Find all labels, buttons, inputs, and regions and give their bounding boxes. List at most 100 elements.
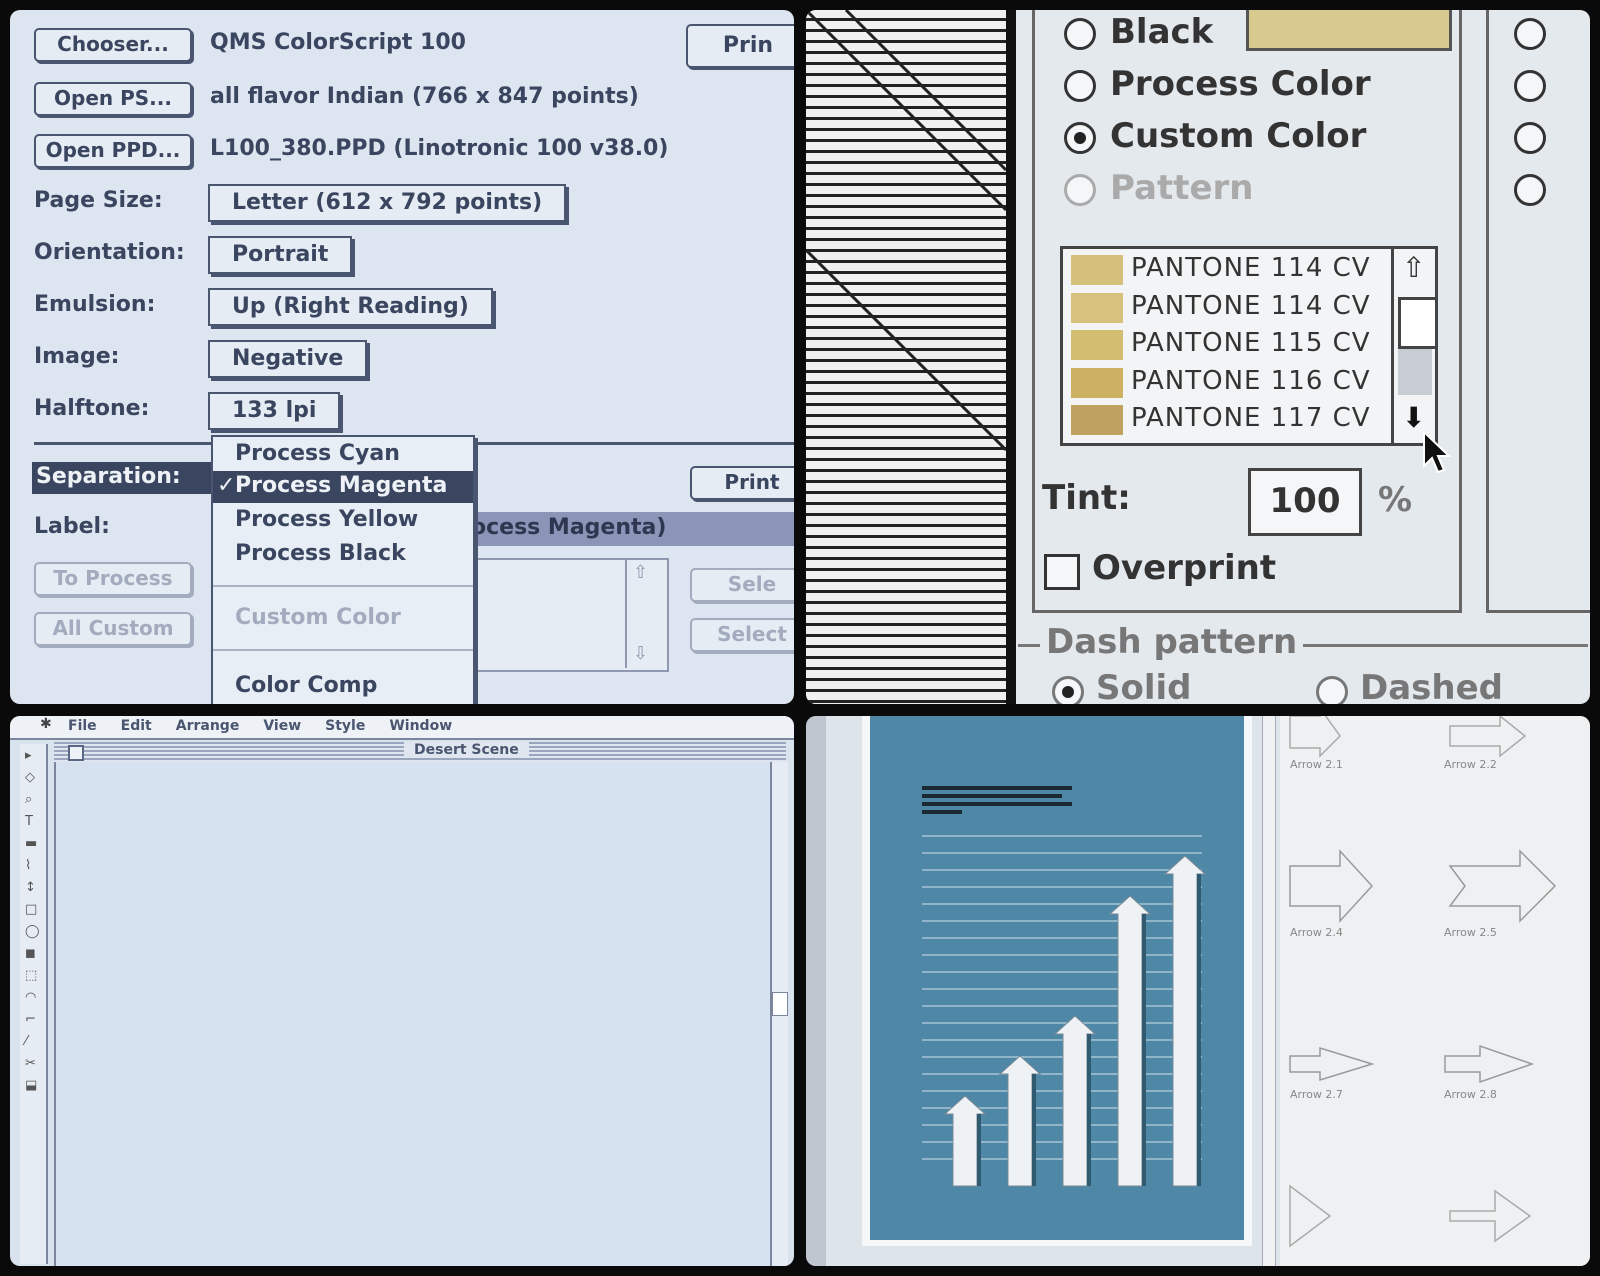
select-button-2[interactable]: Select — [690, 618, 794, 652]
menu-bar: ✱ File Edit Arrange View Style Window — [10, 716, 794, 740]
menu-item-process-yellow[interactable]: Process Yellow — [235, 507, 418, 532]
arrow-label-2-5[interactable]: Arrow 2.5 — [1444, 926, 1497, 939]
menu-item-process-magenta[interactable]: Process Magenta — [235, 473, 447, 498]
menu-item-custom-color[interactable]: Custom Color — [235, 605, 401, 630]
arrow-label-2-7[interactable]: Arrow 2.7 — [1290, 1088, 1343, 1101]
menu-item-color-comp[interactable]: Color Comp — [235, 673, 377, 698]
close-box-icon[interactable] — [68, 745, 84, 761]
emulsion-popup[interactable]: Up (Right Reading) — [208, 288, 493, 326]
tool-icon[interactable]: ◇ — [25, 770, 35, 785]
radio-solid-label: Solid — [1096, 668, 1192, 704]
overprint-checkbox[interactable] — [1044, 554, 1080, 590]
menu-item-process-cyan[interactable]: Process Cyan — [235, 441, 400, 466]
menu-style[interactable]: Style — [325, 718, 365, 734]
tool-icon[interactable]: ✂ — [25, 1056, 36, 1071]
tool-icon[interactable]: T — [25, 814, 33, 829]
page-size-label: Page Size: — [34, 188, 163, 213]
page-scrollbar[interactable] — [1262, 716, 1276, 1266]
radio-process-color[interactable] — [1064, 70, 1096, 102]
open-ppd-button[interactable]: Open PPD... — [34, 134, 192, 168]
pantone-scrollbar[interactable]: ⇧ ⬇ — [1391, 249, 1438, 443]
pantone-list[interactable]: PANTONE 114 CV PANTONE 114 CV PANTONE 115 … — [1060, 246, 1438, 446]
arrow-label-2-4[interactable]: Arrow 2.4 — [1290, 926, 1343, 939]
arrow-label-2-1[interactable]: Arrow 2.1 — [1290, 758, 1343, 771]
tool-icon[interactable]: ◯ — [25, 924, 40, 939]
tool-icon[interactable]: ◼ — [25, 946, 36, 961]
radio-solid[interactable] — [1052, 676, 1084, 704]
tool-icon[interactable]: ⌐ — [25, 1012, 36, 1027]
halftone-popup[interactable]: 133 lpi — [208, 392, 341, 430]
radio-custom-color-label: Custom Color — [1110, 116, 1367, 156]
chooser-button[interactable]: Chooser... — [34, 28, 192, 62]
radio-pattern[interactable] — [1064, 174, 1096, 206]
menu-file[interactable]: File — [68, 718, 97, 734]
drawing-canvas[interactable] — [54, 762, 772, 1266]
tool-icon[interactable]: ▸ — [25, 748, 32, 763]
tool-icon[interactable]: ⁄ — [25, 1034, 27, 1049]
radio-custom-color[interactable] — [1064, 122, 1096, 154]
radio-black[interactable] — [1064, 18, 1096, 50]
tool-icon[interactable]: ⌕ — [25, 792, 32, 807]
pantone-swatch — [1071, 405, 1123, 435]
menu-arrange[interactable]: Arrange — [176, 718, 240, 734]
radio-dashed-label: Dashed — [1360, 668, 1504, 704]
pantone-item[interactable]: PANTONE 117 CV — [1131, 403, 1371, 433]
stroke-radio-3[interactable] — [1514, 122, 1546, 154]
tool-icon[interactable]: ▬ — [25, 836, 37, 851]
arrow-label-2-2[interactable]: Arrow 2.2 — [1444, 758, 1497, 771]
tool-icon[interactable]: ◠ — [25, 990, 36, 1005]
print-button[interactable]: Prin — [686, 24, 794, 68]
stroke-radio-2[interactable] — [1514, 70, 1546, 102]
window-edge — [1006, 10, 1016, 704]
vertical-scrollbar[interactable] — [770, 762, 788, 1266]
tool-icon[interactable]: ⌇ — [25, 858, 31, 873]
menu-item-process-black[interactable]: Process Black — [235, 541, 406, 566]
label-field[interactable]: ocess Magenta) — [465, 512, 794, 546]
list-scrollbar[interactable]: ⇧ ⇩ — [625, 558, 657, 668]
menu-items: File Edit Arrange View Style Window — [68, 718, 452, 734]
scroll-up-arrow-icon[interactable]: ⇧ — [1402, 251, 1425, 284]
to-process-button[interactable]: To Process — [34, 562, 192, 596]
arrow-shadow — [1197, 874, 1201, 1186]
pantone-item[interactable]: PANTONE 115 CV — [1131, 328, 1371, 358]
arrow-library: Arrow 2.1 Arrow 2.2 Arrow 2.4 Arrow 2.5 … — [1280, 716, 1590, 1266]
radio-process-color-label: Process Color — [1110, 64, 1371, 104]
apple-menu-icon[interactable]: ✱ — [40, 716, 52, 732]
menu-window[interactable]: Window — [389, 718, 452, 734]
page-size-popup[interactable]: Letter (612 x 792 points) — [208, 184, 567, 222]
tint-input[interactable]: 100 — [1248, 468, 1362, 536]
menu-view[interactable]: View — [263, 718, 301, 734]
select-button-1[interactable]: Sele — [690, 568, 794, 602]
scroll-track[interactable] — [1398, 349, 1432, 395]
scroll-down-icon[interactable]: ⇩ — [633, 643, 648, 664]
pantone-item[interactable]: PANTONE 114 CV — [1131, 253, 1371, 283]
stroke-radio-4[interactable] — [1514, 174, 1546, 206]
tool-icon[interactable]: ⬚ — [25, 968, 37, 983]
orientation-popup[interactable]: Portrait — [208, 236, 353, 274]
pantone-item[interactable]: PANTONE 116 CV — [1131, 366, 1371, 396]
tool-icon[interactable]: □ — [25, 902, 37, 917]
pattern-diagonals — [806, 10, 1006, 452]
drawing-app-panel: ✱ File Edit Arrange View Style Window ▸ ◇… — [10, 716, 794, 1266]
open-ps-button[interactable]: Open PS... — [34, 82, 192, 116]
radio-dashed[interactable] — [1316, 676, 1348, 704]
scroll-thumb-2[interactable] — [772, 992, 788, 1016]
pantone-item[interactable]: PANTONE 114 CV — [1131, 291, 1371, 321]
tool-icon[interactable]: ⬓ — [25, 1078, 37, 1093]
stroke-radio-1[interactable] — [1514, 18, 1546, 50]
arrow-label-2-8[interactable]: Arrow 2.8 — [1444, 1088, 1497, 1101]
scroll-up-icon[interactable]: ⇧ — [633, 562, 648, 583]
print-button-2[interactable]: Print — [690, 466, 794, 500]
tool-icon[interactable]: ↕ — [25, 880, 36, 895]
all-custom-button[interactable]: All Custom — [34, 612, 192, 646]
stroke-group-box — [1486, 10, 1590, 613]
image-popup[interactable]: Negative — [208, 340, 368, 378]
mouse-cursor-icon — [1423, 430, 1452, 474]
checkmark-icon: ✓ — [217, 473, 236, 498]
menu-item-highlight[interactable]: ✓ Process Magenta — [213, 471, 473, 503]
window-title-bar[interactable]: Desert Scene — [54, 742, 786, 762]
menu-edit[interactable]: Edit — [121, 718, 152, 734]
arrow-shapes — [1289, 716, 1557, 1248]
emulsion-label: Emulsion: — [34, 292, 156, 317]
scroll-thumb[interactable] — [1398, 297, 1438, 349]
